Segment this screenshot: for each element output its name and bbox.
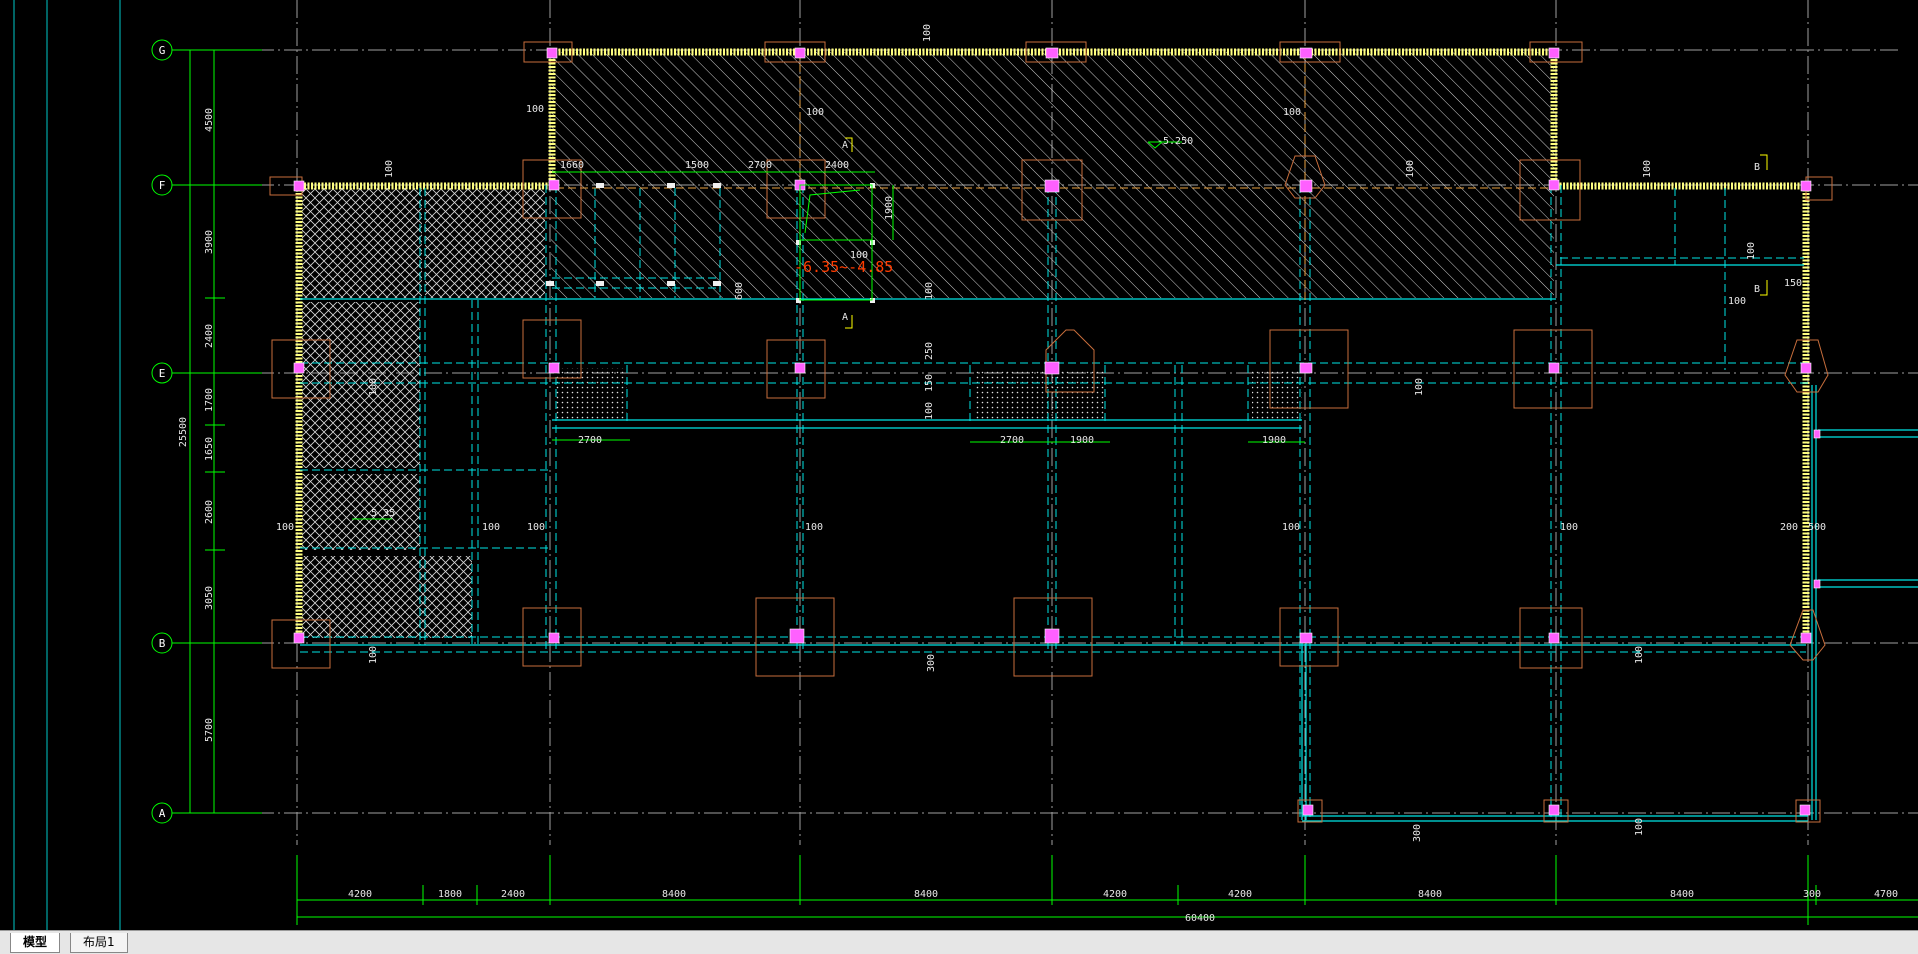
dim-100-d: 100 xyxy=(384,160,395,178)
layout-tab-bar: 模型 布局1 xyxy=(0,930,1918,954)
dim-left-7: 3050 xyxy=(204,586,215,610)
grid-bubble-f: F xyxy=(151,174,250,196)
dim-1900-v: 1900 xyxy=(884,196,895,220)
bottom-dimension-texts: 4200 1800 2400 8400 8400 4200 4200 8400 … xyxy=(348,889,1898,924)
dim-left-1: 4500 xyxy=(204,108,215,132)
dim-bottom-4: 8400 xyxy=(662,889,686,900)
tab-model[interactable]: 模型 xyxy=(10,933,61,953)
dim-2400-top: 2400 xyxy=(825,160,849,171)
dim-100-q: 100 xyxy=(805,522,823,533)
left-panel-lines xyxy=(13,0,121,930)
svg-text:B: B xyxy=(159,637,166,650)
dim-100-j: 100 xyxy=(924,282,935,300)
section-a-top: A xyxy=(842,140,848,151)
grid-bubble-b: B xyxy=(151,632,250,654)
dim-600: 600 xyxy=(734,282,745,300)
tab-layout1[interactable]: 布局1 xyxy=(70,933,128,953)
elev-roof-label: -5.250 xyxy=(1157,136,1193,147)
dim-100-t: 100 xyxy=(368,646,379,664)
dim-100-top: 100 xyxy=(922,24,933,42)
dim-bottom-9: 8400 xyxy=(1670,889,1694,900)
dim-bottom-10: 300 xyxy=(1803,889,1821,900)
dim-100-r: 100 xyxy=(1282,522,1300,533)
dim-100-p: 100 xyxy=(527,522,545,533)
dim-100-g: 100 xyxy=(1746,242,1757,260)
dim-100-s: 100 xyxy=(1560,522,1578,533)
grid-bubble-a: A xyxy=(151,802,250,824)
dim-250: 250 xyxy=(924,342,935,360)
dim-left-6: 2600 xyxy=(204,500,215,524)
dim-left-total: 25500 xyxy=(178,417,189,447)
section-b-bottom: B xyxy=(1754,284,1760,295)
elev-left-label: -5.35 xyxy=(365,508,395,519)
cad-drawing-canvas[interactable]: 4500 3900 2400 1700 1650 2600 3050 5700 … xyxy=(0,0,1918,930)
grid-bubbles: G F E B A xyxy=(151,39,250,824)
dim-300-b: 300 xyxy=(1412,824,1423,842)
dim-bottom-3: 2400 xyxy=(501,889,525,900)
dim-bottom-1: 4200 xyxy=(348,889,372,900)
svg-text:G: G xyxy=(159,44,166,57)
dim-left-5: 1650 xyxy=(204,437,215,461)
crosshatch-regions xyxy=(302,188,545,638)
dim-500: 500 xyxy=(1808,522,1826,533)
dim-bottom-8: 8400 xyxy=(1418,889,1442,900)
dim-1900-b: 1900 xyxy=(1262,435,1286,446)
dim-100-h: 100 xyxy=(1728,296,1746,307)
dim-300-a: 300 xyxy=(926,654,937,672)
left-dimension-chain xyxy=(180,49,262,814)
dim-1660: 1660 xyxy=(560,160,584,171)
grid-bubble-e: E xyxy=(151,362,250,384)
dim-2700-top: 2700 xyxy=(748,160,772,171)
dim-2700-a: 2700 xyxy=(578,435,602,446)
svg-text:A: A xyxy=(159,807,166,820)
dim-bottom-7: 4200 xyxy=(1228,889,1252,900)
dim-200: 200 xyxy=(1780,522,1798,533)
dim-bottom-6: 4200 xyxy=(1103,889,1127,900)
elev-red-label: -6.35~-4.85 xyxy=(794,258,893,276)
dim-1900-a: 1900 xyxy=(1070,435,1094,446)
dim-bottom-total: 60400 xyxy=(1185,913,1215,924)
svg-text:E: E xyxy=(159,367,166,380)
hatched-slab-top xyxy=(551,52,1554,298)
dim-2700-b: 2700 xyxy=(1000,435,1024,446)
dim-100-k: 100 xyxy=(924,402,935,420)
dim-100-v: 100 xyxy=(1634,818,1645,836)
dim-150-r: 150 xyxy=(1784,278,1802,289)
svg-text:F: F xyxy=(159,179,166,192)
dim-1500: 1500 xyxy=(685,160,709,171)
section-a-bottom: A xyxy=(842,312,848,323)
section-b-top: B xyxy=(1754,162,1760,173)
dim-bottom-2: 1800 xyxy=(438,889,462,900)
dim-100-u: 100 xyxy=(1634,646,1645,664)
dim-150: 150 xyxy=(924,374,935,392)
dim-bottom-11: 4700 xyxy=(1874,889,1898,900)
grid-bubble-g: G xyxy=(151,39,250,61)
dim-100-c: 100 xyxy=(1283,107,1301,118)
dim-left-3: 2400 xyxy=(204,324,215,348)
dim-100-f: 100 xyxy=(1642,160,1653,178)
dim-100-a: 100 xyxy=(526,104,544,115)
dim-left-8: 5700 xyxy=(204,718,215,742)
dim-100-m: 100 xyxy=(1414,378,1425,396)
dim-100-b: 100 xyxy=(806,107,824,118)
dim-bottom-5: 8400 xyxy=(914,889,938,900)
dim-100-e: 100 xyxy=(1405,160,1416,178)
beams-solid xyxy=(300,264,1918,822)
dim-100-l: 100 xyxy=(368,378,379,396)
dim-100-o: 100 xyxy=(482,522,500,533)
dim-100-n: 100 xyxy=(276,522,294,533)
dim-left-2: 3900 xyxy=(204,230,215,254)
dim-left-4: 1700 xyxy=(204,388,215,412)
